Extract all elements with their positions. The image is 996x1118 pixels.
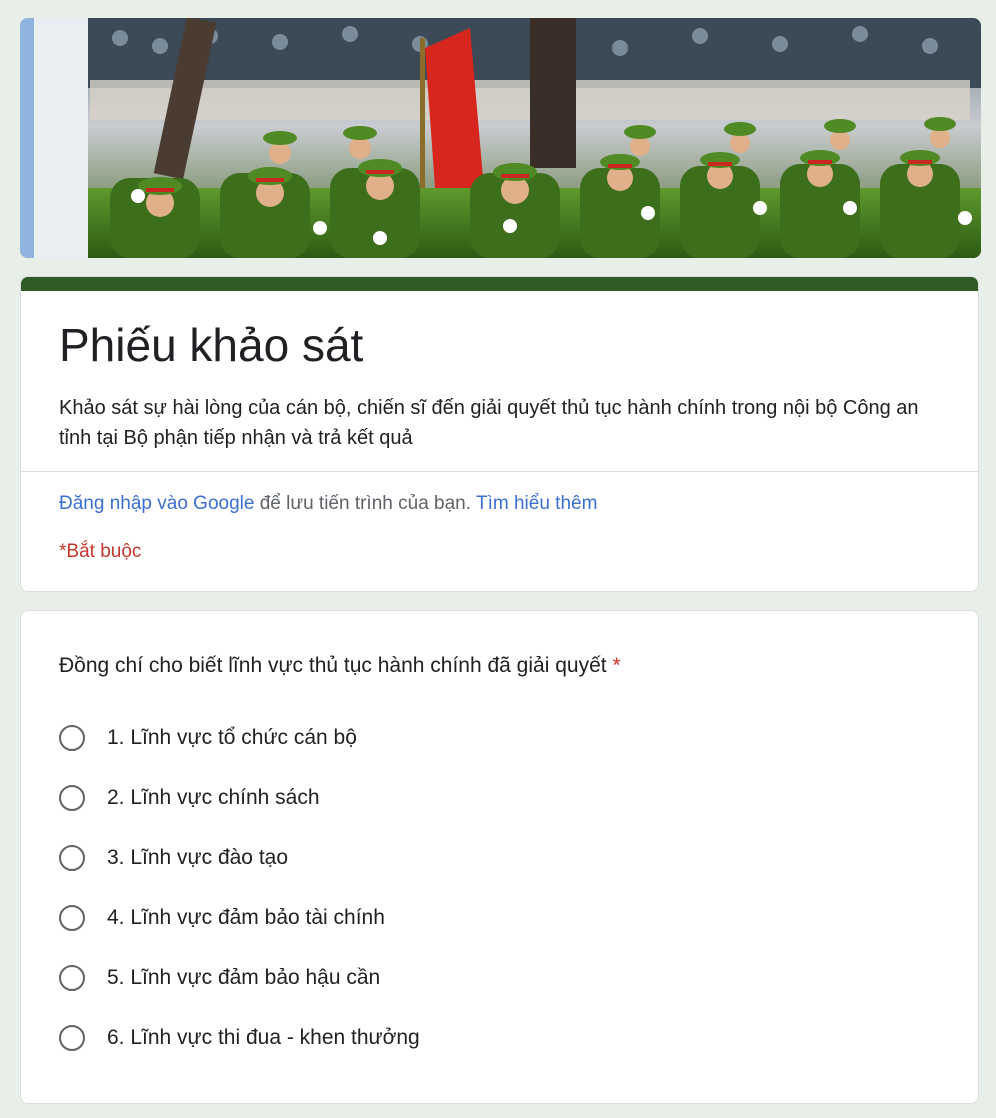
radio-options-list: 1. Lĩnh vực tổ chức cán bộ 2. Lĩnh vực c… xyxy=(59,723,420,1083)
option-label: 3. Lĩnh vực đào tạo xyxy=(107,846,289,869)
radio-button-icon[interactable] xyxy=(59,1025,85,1051)
radio-option[interactable]: 5. Lĩnh vực đảm bảo hậu cần xyxy=(59,963,420,1023)
learn-more-link[interactable]: Tìm hiểu thêm xyxy=(476,493,597,514)
radio-button-icon[interactable] xyxy=(59,785,85,811)
question-text: Đồng chí cho biết lĩnh vực thủ tục hành … xyxy=(59,654,607,677)
form-header-card: Phiếu khảo sát Khảo sát sự hài lòng của … xyxy=(20,276,979,592)
option-label: 4. Lĩnh vực đảm bảo tài chính xyxy=(107,906,385,929)
question-title: Đồng chí cho biết lĩnh vực thủ tục hành … xyxy=(59,651,621,681)
form-description: Khảo sát sự hài lòng của cán bộ, chiến s… xyxy=(59,397,919,449)
signin-link[interactable]: Đăng nhập vào Google xyxy=(59,493,254,514)
radio-button-icon[interactable] xyxy=(59,845,85,871)
header-divider xyxy=(21,471,978,472)
option-label: 6. Lĩnh vực thi đua - khen thưởng xyxy=(107,1026,420,1049)
signin-text: để lưu tiến trình của bạn. xyxy=(259,493,472,514)
required-note: *Bắt buộc xyxy=(59,541,142,562)
form-title: Phiếu khảo sát xyxy=(59,319,364,371)
radio-option[interactable]: 1. Lĩnh vực tổ chức cán bộ xyxy=(59,723,420,783)
radio-option[interactable]: 4. Lĩnh vực đảm bảo tài chính xyxy=(59,903,420,963)
option-label: 5. Lĩnh vực đảm bảo hậu cần xyxy=(107,966,381,989)
signin-prompt: Đăng nhập vào Google để lưu tiến trình c… xyxy=(59,491,597,517)
radio-option[interactable]: 2. Lĩnh vực chính sách xyxy=(59,783,420,843)
header-banner-image xyxy=(20,18,981,258)
form-page: Phiếu khảo sát Khảo sát sự hài lòng của … xyxy=(0,0,996,1118)
question-card: Đồng chí cho biết lĩnh vực thủ tục hành … xyxy=(20,610,979,1104)
radio-button-icon[interactable] xyxy=(59,905,85,931)
radio-button-icon[interactable] xyxy=(59,725,85,751)
radio-option[interactable]: 6. Lĩnh vực thi đua - khen thưởng xyxy=(59,1023,420,1083)
radio-button-icon[interactable] xyxy=(59,965,85,991)
option-label: 1. Lĩnh vực tổ chức cán bộ xyxy=(107,726,357,749)
option-label: 2. Lĩnh vực chính sách xyxy=(107,786,320,809)
header-accent-bar xyxy=(21,277,978,291)
required-asterisk: * xyxy=(612,654,621,677)
radio-option[interactable]: 3. Lĩnh vực đào tạo xyxy=(59,843,420,903)
